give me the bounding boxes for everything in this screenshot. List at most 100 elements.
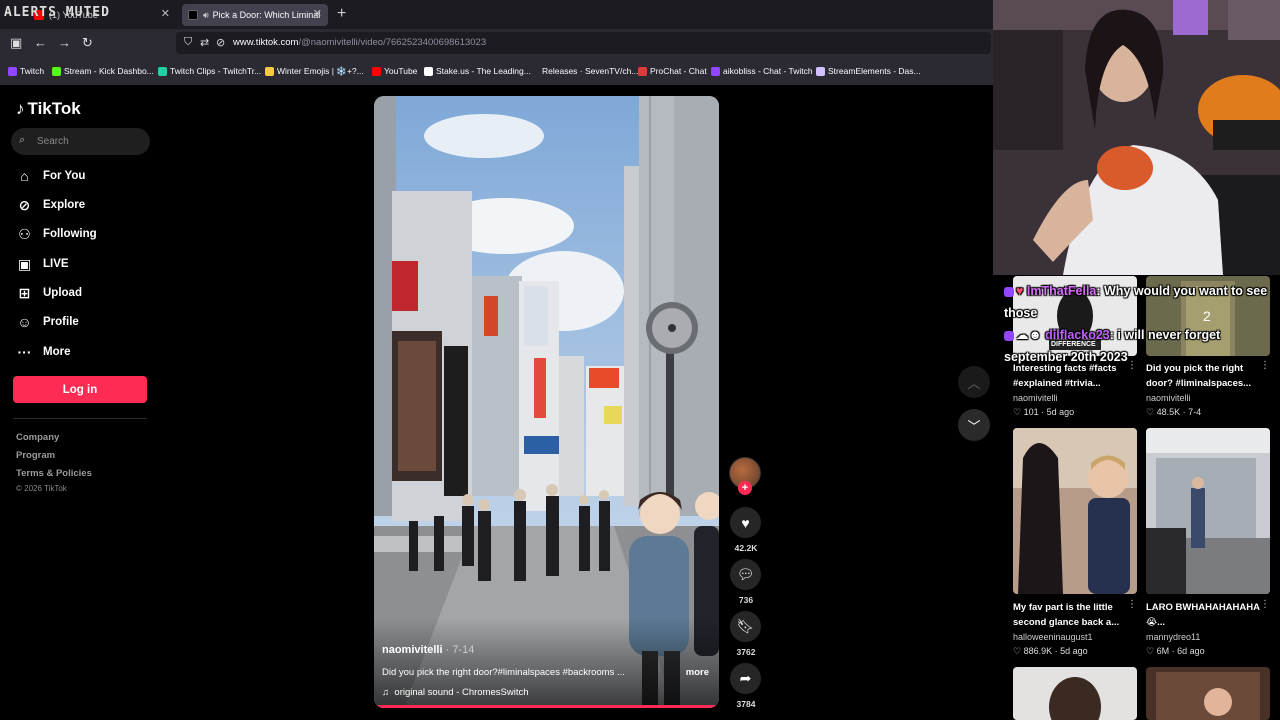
grid-thumbnail-5[interactable] <box>1013 667 1137 720</box>
nav-for-you[interactable]: ⌂ For You <box>16 166 85 186</box>
alerts-muted-overlay: ALERTS MUTED <box>4 5 110 20</box>
stream-chat-overlay: ♥ ImThatFella: Why would you want to see… <box>1004 280 1278 368</box>
bookmark-youtube[interactable]: YouTube <box>372 66 417 76</box>
music-note-icon: ♫ <box>382 687 390 698</box>
nav-following[interactable]: ⚇ Following <box>16 224 96 244</box>
heart-badge-icon: ♥ <box>1016 284 1024 298</box>
grid-thumbnail-6[interactable] <box>1146 667 1270 720</box>
speaker-icon[interactable]: 🔊︎ <box>203 10 209 21</box>
grid-card-title[interactable]: My fav part is the little second glance … <box>1013 600 1135 630</box>
save-button[interactable]: 🔖︎ <box>730 611 761 642</box>
grid-thumbnail-3[interactable] <box>1013 428 1137 594</box>
webcam-image <box>993 0 1280 275</box>
address-bar[interactable]: ⛉ ⇄ ⊘ www.tiktok.com/@naomivitelli/video… <box>176 32 991 54</box>
footer-company-link[interactable]: Company <box>16 432 59 443</box>
like-button[interactable]: ♥ <box>730 507 761 538</box>
shield-icon[interactable]: ⛉ <box>184 36 192 49</box>
kick-icon <box>52 66 61 76</box>
nav-profile[interactable]: ☺ Profile <box>16 312 78 332</box>
grid-card-author[interactable]: mannydreo11 <box>1146 632 1200 642</box>
video-description: Did you pick the right door?#liminalspac… <box>382 667 625 678</box>
grid-thumbnail-4[interactable] <box>1146 428 1270 594</box>
grid-card-stats: ♡ 101 · 5d ago <box>1013 407 1075 417</box>
bookmark-twitch-clips[interactable]: Twitch Clips - TwitchTr... <box>158 66 261 76</box>
nav-live[interactable]: ▣ LIVE <box>16 254 69 274</box>
grid-card-author[interactable]: naomivitelli <box>1013 393 1058 403</box>
streamelements-icon <box>816 66 825 76</box>
bookmark-aikobliss-chat[interactable]: aikobliss - Chat - Twitch <box>711 66 813 76</box>
share-icon: ➦ <box>739 670 752 686</box>
permissions-icon[interactable]: ⇄ <box>200 36 209 49</box>
youtube-icon <box>372 66 381 76</box>
thumbnail-image <box>1146 428 1270 594</box>
copyright: © 2026 TikTok <box>16 484 67 493</box>
nav-explore[interactable]: ⊘ Explore <box>16 195 86 215</box>
close-tab-icon[interactable]: ✕ <box>161 7 170 20</box>
browser-tab-bar: (1) YouTube ✕ 🔊︎ Pick a Door: Which Limi… <box>0 0 993 29</box>
upload-icon: ⊞ <box>18 284 31 301</box>
video-sound[interactable]: ♫ original sound - ChromesSwitch <box>382 687 529 698</box>
bookmark-streamelements[interactable]: StreamElements - Das... <box>816 66 921 76</box>
bookmark-stake[interactable]: Stake.us - The Leading... <box>424 66 531 76</box>
thumbnail-image <box>1013 428 1137 594</box>
twitch-tracker-icon <box>158 66 167 76</box>
comment-button[interactable]: 💬︎ <box>730 559 761 590</box>
search-input[interactable]: ⌕ Search <box>11 128 150 155</box>
comment-icon: 💬︎ <box>736 566 755 582</box>
next-video-button[interactable]: ﹀ <box>958 409 990 441</box>
emote-icon: ☁☻ <box>1016 328 1042 342</box>
new-tab-icon[interactable]: + <box>337 5 346 23</box>
tab-tiktok[interactable]: 🔊︎ Pick a Door: Which Liminal ✕ <box>182 4 328 26</box>
footer-program-link[interactable]: Program <box>16 450 55 461</box>
grid-card-stats: ♡ 48.5K · 7-4 <box>1146 407 1202 417</box>
previous-video-button[interactable]: ︿ <box>958 366 990 398</box>
forward-icon[interactable]: → <box>58 35 71 50</box>
description-more-button[interactable]: more <box>686 667 709 678</box>
share-count: 3784 <box>736 699 756 709</box>
grid-card-author[interactable]: halloweeninaugust1 <box>1013 632 1093 642</box>
bookmark-prochat[interactable]: ProChat - Chat <box>638 66 707 76</box>
video-author[interactable]: naomivitelli · 7-14 <box>382 644 474 656</box>
thumbnail-image <box>1013 667 1137 720</box>
chevron-down-icon: ﹀ <box>967 418 981 434</box>
streamer-webcam <box>993 0 1280 275</box>
sidebar-toggle-icon[interactable]: ▣ <box>10 35 22 51</box>
live-icon: ▣ <box>17 255 32 272</box>
grid-card-stats: ♡ 886.9K · 5d ago <box>1013 646 1088 656</box>
nav-more[interactable]: ··· More <box>16 342 71 362</box>
autoplay-blocked-icon[interactable]: ⊘ <box>216 36 225 49</box>
footer-terms-link[interactable]: Terms & Policies <box>16 468 92 479</box>
stake-icon <box>424 66 433 76</box>
bookmark-kick[interactable]: Stream - Kick Dashbo... <box>52 66 154 76</box>
video-progress-fill <box>374 705 719 708</box>
video-progress-bar[interactable] <box>374 705 719 708</box>
grid-card-author[interactable]: naomivitelli <box>1146 393 1191 403</box>
bookmark-twitch[interactable]: Twitch <box>8 66 44 76</box>
reload-icon[interactable]: ↻ <box>82 35 93 51</box>
nav-upload[interactable]: ⊞ Upload <box>16 283 82 303</box>
tab-label: Pick a Door: Which Liminal <box>212 10 321 20</box>
video-player[interactable]: naomivitelli · 7-14 Did you pick the rig… <box>374 96 719 708</box>
chat-message: ♥ ImThatFella: Why would you want to see… <box>1004 280 1278 324</box>
bookmark-winter-emojis[interactable]: Winter Emojis | ❄️+?... <box>265 66 364 77</box>
chat-badge-icon <box>1004 330 1014 341</box>
heart-icon: ♥ <box>741 514 750 531</box>
bookmarks-bar: Twitch Stream - Kick Dashbo... Twitch Cl… <box>0 57 993 85</box>
follow-plus-button[interactable]: + <box>738 481 752 495</box>
tiktok-logo[interactable]: ♪ TikTok <box>16 99 81 119</box>
card-more-icon[interactable]: ⋮ <box>1127 599 1137 610</box>
compass-icon: ⊘ <box>18 196 31 213</box>
login-button[interactable]: Log in <box>13 376 147 403</box>
url-text: www.tiktok.com/@naomivitelli/video/76625… <box>233 37 487 48</box>
back-icon[interactable]: ← <box>34 35 47 50</box>
heart-outline-icon: ♡ <box>1013 646 1022 656</box>
search-icon: ⌕ <box>19 134 26 146</box>
close-tab-icon[interactable]: ✕ <box>313 7 322 20</box>
grid-card-title[interactable]: LARO BWHAHAHAHAHA 😭... <box>1146 600 1268 630</box>
card-more-icon[interactable]: ⋮ <box>1260 599 1270 610</box>
home-icon: ⌂ <box>20 168 29 184</box>
bookmark-seventv[interactable]: Releases · SevenTV/ch... <box>530 66 638 76</box>
like-count: 42.2K <box>734 543 758 553</box>
browser-nav-bar: ▣ ← → ↻ ⛉ ⇄ ⊘ www.tiktok.com/@naomivitel… <box>0 29 993 57</box>
share-button[interactable]: ➦ <box>730 663 761 694</box>
